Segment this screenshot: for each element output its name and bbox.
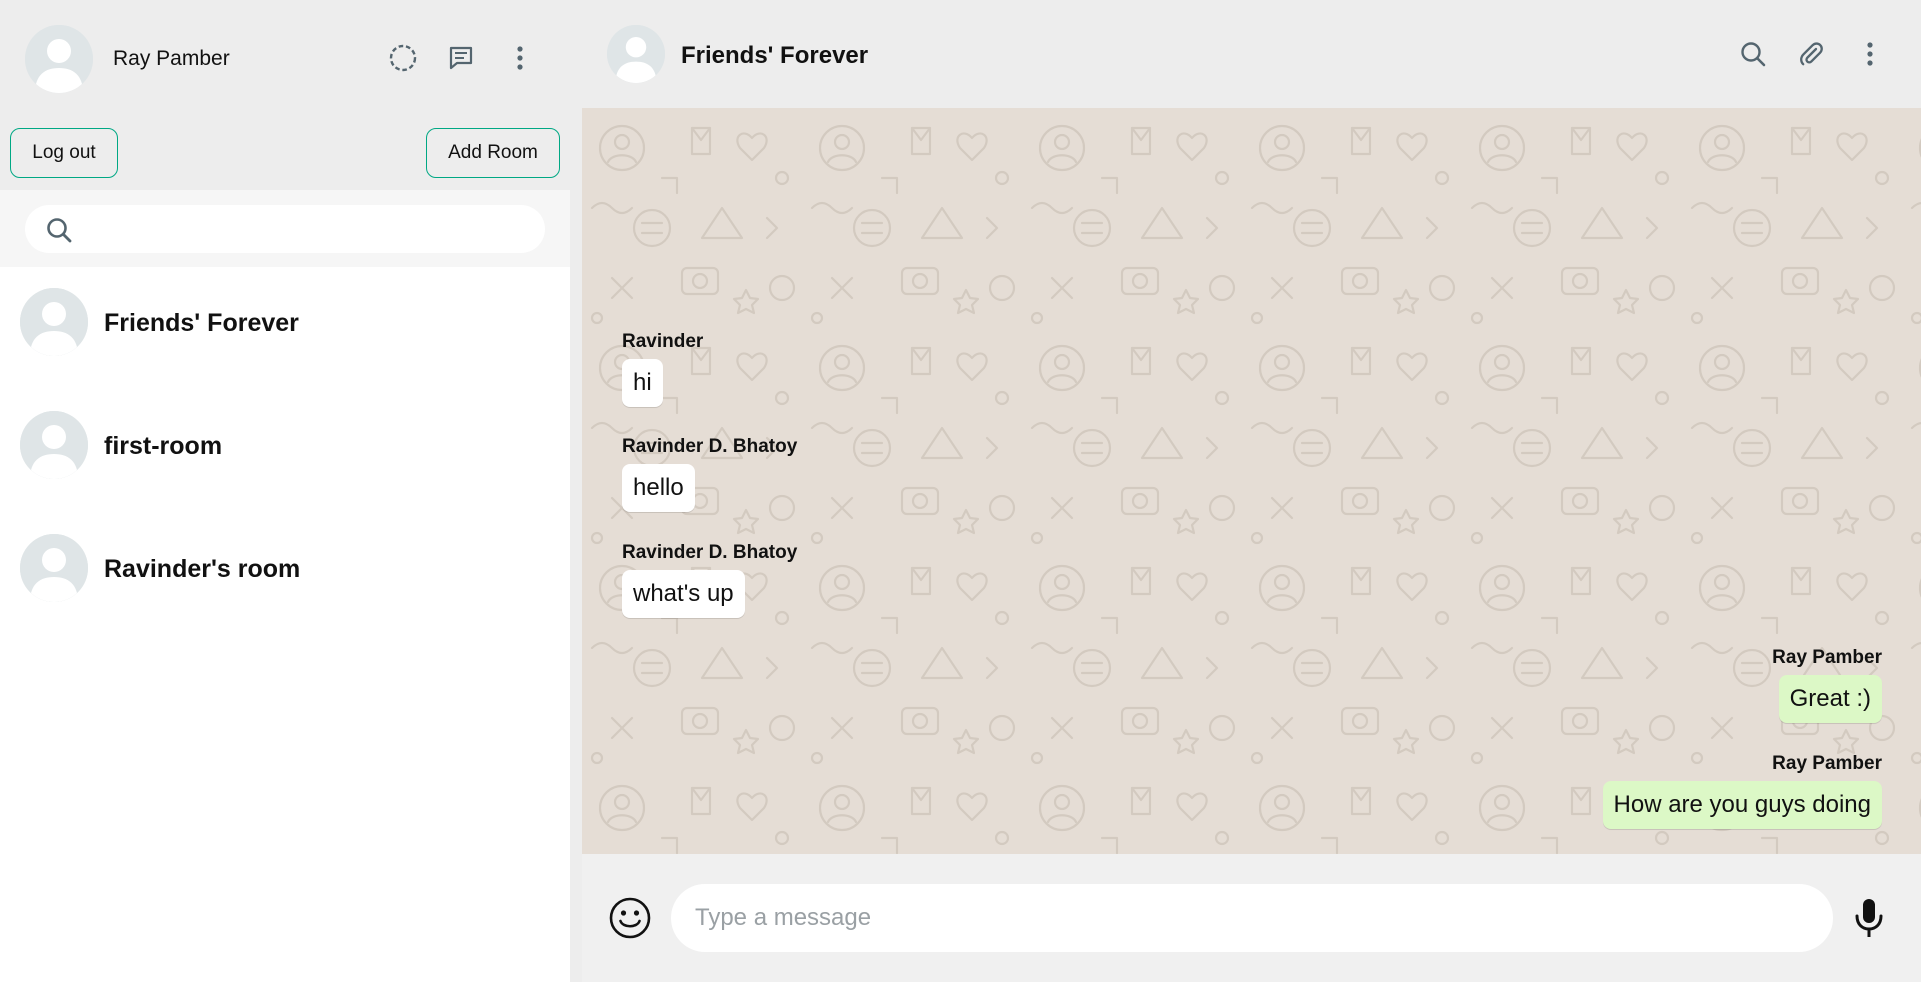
room-avatar [20, 411, 88, 479]
microphone-icon [1855, 899, 1883, 937]
room-name: Ravinder's room [104, 555, 301, 583]
sidebar: Ray Pamber Log out Add Room Friends' For… [0, 0, 570, 982]
room-name: Friends' Forever [104, 309, 299, 337]
search-icon [47, 218, 72, 243]
search-icon [1741, 42, 1766, 67]
sidebar-actions: Log out Add Room [0, 118, 570, 190]
user-avatar[interactable] [25, 25, 93, 93]
message-received: Ravinder D. Bhatoy hello [622, 436, 797, 512]
message-received: Ravinder hi [622, 331, 703, 407]
logout-button[interactable]: Log out [10, 128, 118, 178]
message-bubble[interactable]: How are you guys doing [1602, 781, 1882, 829]
message-bubble[interactable]: hi [622, 359, 663, 407]
message-sender: Ravinder [622, 331, 704, 352]
search-bar [0, 190, 570, 267]
attach-button[interactable] [1791, 34, 1831, 74]
room-item-friends-forever[interactable]: Friends' Forever [0, 267, 570, 390]
message-sender: Ray Pamber [1772, 647, 1882, 668]
pane-divider [570, 0, 582, 982]
default-avatar-icon [20, 288, 88, 356]
chat-menu-button[interactable] [1850, 34, 1890, 74]
message-sender: Ravinder D. Bhatoy [622, 542, 798, 563]
status-ring-icon [389, 44, 417, 72]
message-input-box[interactable] [671, 884, 1833, 952]
message-sent: Ray Pamber How are you guys doing [1602, 753, 1882, 829]
smiley-icon [609, 897, 651, 939]
mic-button[interactable] [1847, 896, 1891, 940]
sidebar-header: Ray Pamber [0, 0, 570, 118]
paperclip-icon [1800, 42, 1823, 66]
message-bubble[interactable]: Great :) [1778, 675, 1882, 723]
chat-avatar[interactable] [607, 25, 665, 83]
room-item-first-room[interactable]: first-room [0, 390, 570, 513]
message-bubble[interactable]: hello [622, 464, 695, 512]
chat-pane: Friends' Forever Ravinder hi Ravinder D.… [582, 0, 1921, 982]
message-bubble[interactable]: what's up [622, 570, 745, 618]
kebab-menu-icon [1867, 42, 1873, 66]
username: Ray Pamber [113, 47, 230, 70]
default-avatar-icon [20, 534, 88, 602]
message-area[interactable]: Ravinder hi Ravinder D. Bhatoy hello Rav… [582, 108, 1921, 854]
message-sent: Ray Pamber Great :) [1772, 647, 1882, 723]
room-item-ravinders-room[interactable]: Ravinder's room [0, 513, 570, 636]
chat-footer [582, 854, 1921, 982]
room-avatar [20, 288, 88, 356]
new-chat-button[interactable] [441, 38, 481, 78]
default-avatar-icon [607, 25, 665, 83]
kebab-menu-icon [517, 46, 523, 70]
default-avatar-icon [20, 411, 88, 479]
sidebar-menu-button[interactable] [500, 38, 540, 78]
status-button[interactable] [383, 38, 423, 78]
message-sender: Ravinder D. Bhatoy [622, 436, 798, 457]
chat-title: Friends' Forever [681, 42, 869, 69]
message-sender: Ray Pamber [1772, 753, 1882, 774]
default-avatar-icon [25, 25, 93, 93]
search-input[interactable] [85, 211, 530, 247]
chat-icon [449, 46, 473, 70]
message-input[interactable] [695, 898, 1805, 938]
room-name: first-room [104, 432, 223, 460]
search-box[interactable] [25, 205, 545, 253]
emoji-button[interactable] [608, 896, 652, 940]
add-room-button[interactable]: Add Room [426, 128, 560, 178]
room-list: Friends' Forever first-room Ravinder's r… [0, 267, 570, 636]
chat-header: Friends' Forever [582, 0, 1921, 108]
chat-search-button[interactable] [1733, 34, 1773, 74]
room-avatar [20, 534, 88, 602]
message-received: Ravinder D. Bhatoy what's up [622, 542, 797, 618]
